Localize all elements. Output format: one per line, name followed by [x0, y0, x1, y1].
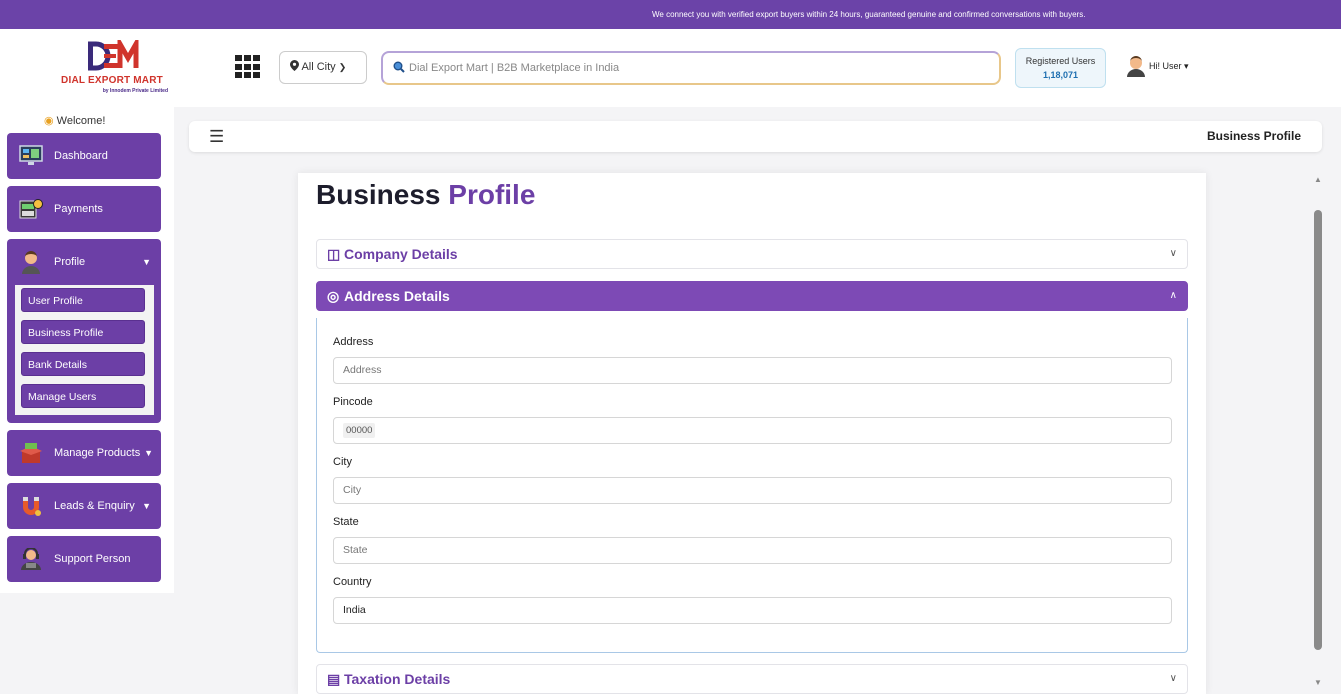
address-details-panel: Address Address Pincode 00000 City City … — [316, 318, 1188, 653]
logo-mark-icon — [88, 40, 139, 71]
logo-name: DIAL EXPORT MART — [61, 75, 163, 86]
accordion-title: Address Details — [344, 288, 450, 304]
search-icon — [393, 61, 405, 73]
sidebar-item-label: Dashboard — [54, 150, 108, 162]
scroll-up-icon[interactable]: ▲ — [1314, 175, 1322, 184]
scroll-down-icon[interactable]: ▼ — [1314, 678, 1322, 687]
sidebar-item-label: Payments — [54, 203, 103, 215]
pincode-placeholder: 00000 — [343, 423, 376, 438]
registered-users-badge: Registered Users 1,18,071 — [1015, 48, 1106, 88]
city-label: All City — [301, 61, 336, 73]
country-input[interactable]: India — [333, 597, 1172, 624]
header: DIAL EXPORT MART by Innodem Private Limi… — [0, 29, 1341, 107]
state-label: State — [333, 516, 359, 528]
sidebar-item-label: Leads & Enquiry — [54, 500, 135, 512]
sidebar-item-leads-enquiry[interactable]: Leads & Enquiry ▼ — [7, 483, 161, 529]
user-avatar-icon — [1127, 56, 1145, 77]
sidebar-item-profile[interactable]: Profile ▼ — [7, 239, 161, 285]
accordion-title: Company Details — [344, 246, 458, 262]
city-dropdown[interactable]: All City ❯ — [279, 51, 367, 84]
accordion-title: Taxation Details — [344, 671, 451, 687]
announcement-text: We connect you with verified export buye… — [652, 10, 1086, 19]
sidebar-item-manage-products[interactable]: Manage Products ▼ — [7, 430, 161, 476]
scrollbar-thumb[interactable] — [1314, 210, 1322, 650]
profile-icon — [22, 251, 40, 274]
caret-down-icon: ▾ — [1184, 61, 1189, 71]
accordion-taxation-details[interactable]: ▤ Taxation Details ∨ — [316, 664, 1188, 694]
sidebar: ◉ Welcome! Dashboard Payments Profile ▼ … — [0, 107, 174, 593]
sidebar-item-label: Manage Products — [54, 447, 141, 459]
address-label: Address — [333, 336, 374, 348]
state-input[interactable]: State — [333, 537, 1172, 564]
location-pin-icon — [290, 60, 299, 71]
sidebar-group-profile: Profile ▼ User Profile Business Profile … — [7, 239, 161, 423]
address-input[interactable]: Address — [333, 357, 1172, 384]
leads-magnet-icon — [23, 497, 41, 516]
submenu-item-business-profile[interactable]: Business Profile — [21, 320, 145, 344]
chevron-down-icon: ∨ — [1169, 673, 1177, 684]
user-greeting: Hi! User — [1149, 61, 1182, 71]
caret-down-icon: ▼ — [142, 501, 151, 511]
logo[interactable]: DIAL EXPORT MART by Innodem Private Limi… — [56, 40, 168, 94]
page-header-bar: ☰ Business Profile — [189, 121, 1322, 152]
products-box-icon — [20, 443, 42, 463]
country-label: Country — [333, 576, 372, 588]
document-icon: ▤ — [327, 671, 341, 687]
registered-users-label: Registered Users — [1025, 56, 1096, 66]
submenu-item-user-profile[interactable]: User Profile — [21, 288, 145, 312]
caret-down-icon: ▼ — [144, 448, 153, 458]
apps-grid-icon[interactable] — [235, 55, 263, 79]
pincode-input[interactable]: 00000 — [333, 417, 1172, 444]
sidebar-item-label: Support Person — [54, 553, 131, 565]
page-header-title: Business Profile — [1206, 129, 1301, 143]
search-input[interactable]: Dial Export Mart | B2B Marketplace in In… — [381, 51, 1001, 85]
accordion-company-details[interactable]: ◫ Company Details ∨ — [316, 239, 1188, 269]
city-label: City — [333, 456, 352, 468]
submenu-item-manage-users[interactable]: Manage Users — [21, 384, 145, 408]
search-placeholder: Dial Export Mart | B2B Marketplace in In… — [409, 62, 620, 74]
chevron-up-icon: ∧ — [1169, 290, 1177, 301]
dashboard-icon — [19, 145, 43, 165]
support-agent-icon — [21, 548, 41, 570]
sidebar-item-support-person[interactable]: Support Person — [7, 536, 161, 582]
welcome-text: ◉ Welcome! — [44, 115, 106, 127]
logo-subtitle: by Innodem Private Limited — [102, 88, 168, 94]
profile-submenu: User Profile Business Profile Bank Detai… — [15, 285, 154, 415]
caret-down-icon: ▼ — [142, 257, 151, 267]
chevron-down-icon: ❯ — [338, 62, 347, 72]
building-icon: ◫ — [327, 246, 341, 262]
chevron-down-icon: ∨ — [1169, 248, 1177, 259]
hand-wave-icon: ◉ — [44, 115, 54, 127]
page-title: Business Profile — [316, 179, 536, 210]
pincode-label: Pincode — [333, 396, 373, 408]
city-input[interactable]: City — [333, 477, 1172, 504]
location-pin-icon: ◎ — [327, 288, 340, 304]
sidebar-item-payments[interactable]: Payments — [7, 186, 161, 232]
business-profile-card: Business Profile ◫ Company Details ∨ ◎ A… — [298, 173, 1206, 694]
announcement-bar: We connect you with verified export buye… — [0, 0, 1341, 29]
payments-icon — [19, 199, 43, 219]
sidebar-item-dashboard[interactable]: Dashboard — [7, 133, 161, 179]
hamburger-menu-icon[interactable]: ☰ — [209, 127, 224, 147]
submenu-item-bank-details[interactable]: Bank Details — [21, 352, 145, 376]
sidebar-item-label: Profile — [54, 256, 86, 268]
registered-users-count: 1,18,071 — [1042, 70, 1079, 80]
accordion-address-details[interactable]: ◎ Address Details ∧ — [316, 281, 1188, 311]
